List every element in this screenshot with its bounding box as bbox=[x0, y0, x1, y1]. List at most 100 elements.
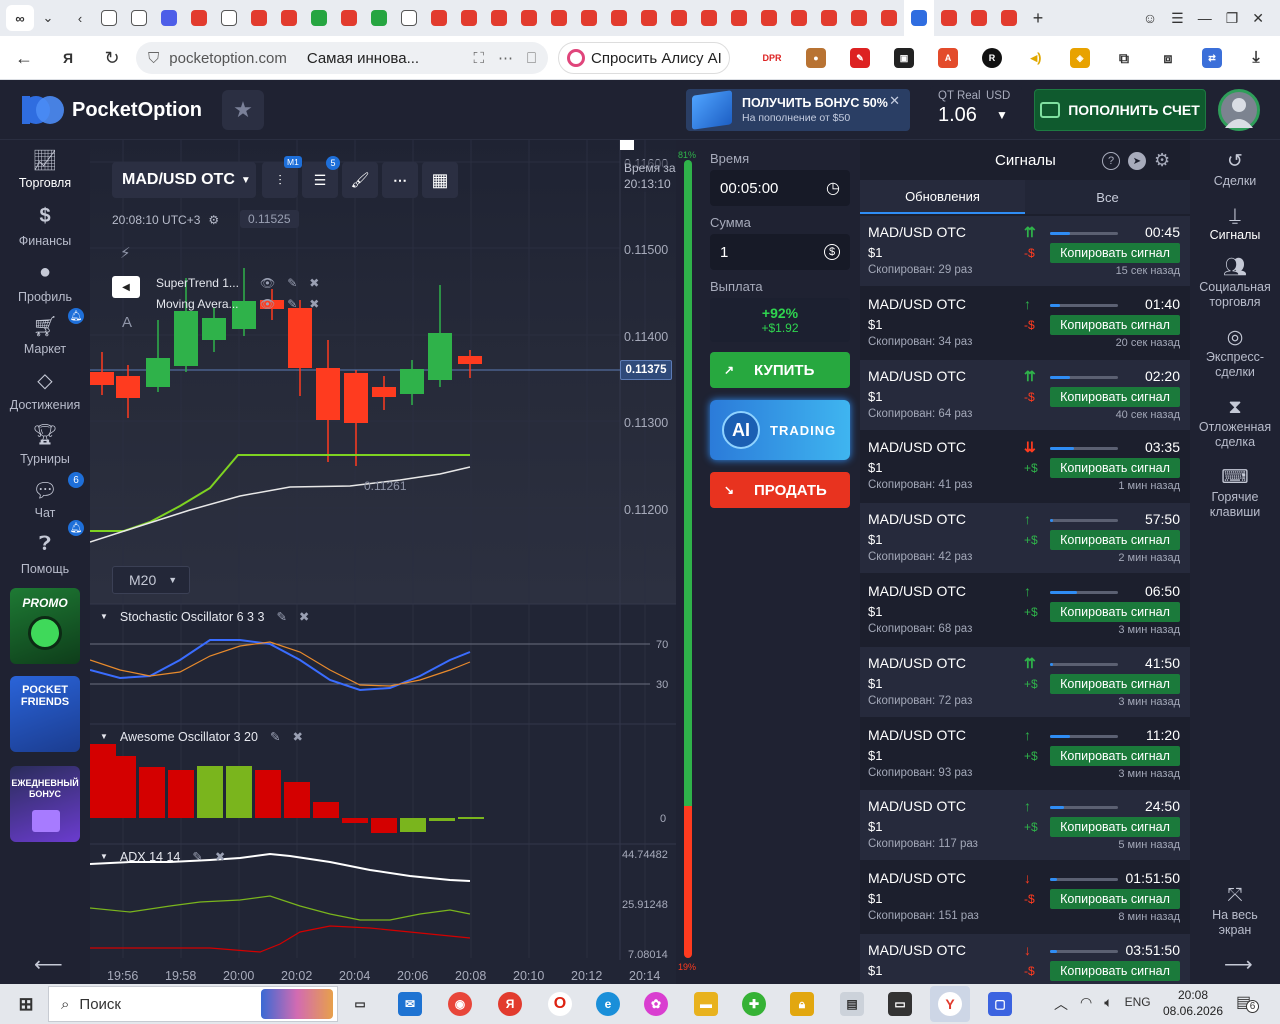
close-window-icon[interactable]: ✕ bbox=[1252, 10, 1264, 27]
settings-gear-icon[interactable]: ⚙ bbox=[208, 213, 219, 227]
browser-tab[interactable] bbox=[334, 0, 364, 36]
sidebar-item-finance[interactable]: $ Финансы bbox=[0, 204, 90, 249]
buy-button[interactable]: ↗ КУПИТЬ bbox=[710, 352, 850, 388]
browser-tab[interactable] bbox=[394, 0, 424, 36]
sidebar-item-chat[interactable]: 💬︎ Чат 6 bbox=[0, 472, 90, 520]
eye-icon[interactable]: 👁︎ bbox=[260, 297, 275, 311]
browser-tab[interactable] bbox=[124, 0, 154, 36]
lock-app-icon[interactable]: 🔒︎ bbox=[790, 992, 814, 1016]
deposit-button[interactable]: ПОПОЛНИТЬ СЧЕТ bbox=[1034, 89, 1206, 131]
url-field[interactable]: ⛉ pocketoption.com Самая иннова... ⛶ ⋯ ⎕ bbox=[136, 42, 548, 74]
copy-signal-button[interactable]: Копировать сигнал bbox=[1050, 314, 1180, 335]
sidebar-item-profile[interactable]: ● Профиль bbox=[0, 260, 90, 305]
browser-tab[interactable] bbox=[94, 0, 124, 36]
edit-icon[interactable]: ✎ bbox=[276, 609, 286, 624]
sidebar-item-achievements[interactable]: ◇ Достижения bbox=[0, 368, 90, 413]
sidebar-item-tournaments[interactable]: 🏆︎ Турниры bbox=[0, 422, 90, 467]
copy-signal-button[interactable]: Копировать сигнал bbox=[1050, 243, 1180, 263]
browser-tab[interactable] bbox=[244, 0, 274, 36]
copy-signal-button[interactable]: Копировать сигнал bbox=[1050, 530, 1180, 551]
collapse-arrow-icon[interactable]: ⟵ bbox=[34, 952, 63, 977]
layout-button[interactable]: ▦ bbox=[422, 162, 458, 198]
browser-tab[interactable] bbox=[634, 0, 664, 36]
terminal-icon[interactable]: ▭ bbox=[888, 992, 912, 1016]
sidebar-item-trading[interactable]: 📈︎ Торговля bbox=[0, 148, 90, 191]
restore-icon[interactable]: ❐ bbox=[1226, 10, 1239, 27]
browser-tab[interactable] bbox=[484, 0, 514, 36]
pdf-extension-icon[interactable]: A bbox=[938, 48, 958, 68]
sidebar-item-pending-trade[interactable]: ⧗ Отложенная сделка bbox=[1190, 394, 1280, 450]
plus-app-icon[interactable]: ✚ bbox=[742, 992, 766, 1016]
clock-icon[interactable]: ◷ bbox=[826, 178, 840, 198]
avatar[interactable] bbox=[1218, 89, 1260, 131]
browser-tab[interactable] bbox=[844, 0, 874, 36]
mail-icon[interactable]: ✉ bbox=[398, 992, 422, 1016]
ai-trading-button[interactable]: AI TRADING bbox=[710, 400, 850, 460]
dollar-circle-icon[interactable]: $ bbox=[824, 244, 840, 260]
tab-updates[interactable]: Обновления bbox=[860, 180, 1025, 214]
sell-button[interactable]: ↘ ПРОДАТЬ bbox=[710, 472, 850, 508]
extensions-icon[interactable]: ⧉ bbox=[1114, 48, 1134, 68]
promo-banner[interactable]: PROMO bbox=[10, 588, 80, 664]
app-square-icon[interactable]: ▢ bbox=[988, 992, 1012, 1016]
site-info-icon[interactable]: ⛉ bbox=[148, 50, 159, 67]
copy-signal-button[interactable]: Копировать сигнал bbox=[1050, 889, 1180, 910]
copy-signal-button[interactable]: Копировать сигнал bbox=[1050, 961, 1180, 981]
notifications-button[interactable]: ▤ 6 bbox=[1236, 992, 1259, 1013]
browser-tab[interactable] bbox=[424, 0, 454, 36]
browser-tab[interactable] bbox=[274, 0, 304, 36]
chrome-icon[interactable]: ◉ bbox=[448, 992, 472, 1016]
browser-tab[interactable] bbox=[364, 0, 394, 36]
minimize-icon[interactable]: — bbox=[1198, 10, 1212, 26]
windows-start-icon[interactable]: ⊞ bbox=[14, 992, 38, 1016]
translate-icon[interactable]: ⛶ bbox=[473, 50, 484, 67]
browser-tab[interactable] bbox=[214, 0, 244, 36]
browser-tab[interactable] bbox=[874, 0, 904, 36]
remove-icon[interactable]: ✖ bbox=[299, 609, 309, 624]
ask-alisa-button[interactable]: Спросить Алису AI bbox=[558, 42, 730, 74]
taskbar-clock[interactable]: 20:08 08.06.2026 bbox=[1160, 987, 1226, 1019]
pocket-friends-banner[interactable]: POCKET FRIENDS bbox=[10, 676, 80, 752]
browser-tab[interactable] bbox=[784, 0, 814, 36]
browser-tab[interactable] bbox=[814, 0, 844, 36]
tab-list-icon[interactable]: ∞ bbox=[6, 5, 34, 31]
dpr-extension-icon[interactable]: DPR bbox=[762, 48, 782, 68]
browser-tab[interactable] bbox=[904, 0, 934, 36]
yandex-icon[interactable]: Я bbox=[54, 44, 82, 72]
eye-icon[interactable]: 👁︎ bbox=[260, 276, 275, 290]
browser-tab[interactable] bbox=[604, 0, 634, 36]
collections-icon[interactable]: ⧈ bbox=[1158, 48, 1178, 68]
help-icon[interactable]: ? bbox=[1102, 152, 1120, 170]
browser-tab[interactable] bbox=[664, 0, 694, 36]
daily-bonus-banner[interactable]: ЕЖЕДНЕВНЫЙ БОНУС bbox=[10, 766, 80, 842]
copy-signal-button[interactable]: Копировать сигнал bbox=[1050, 673, 1180, 694]
browser-tab[interactable] bbox=[754, 0, 784, 36]
chevron-down-icon[interactable]: ⌄ bbox=[34, 5, 62, 31]
browser-tab[interactable] bbox=[724, 0, 754, 36]
browser-tab[interactable] bbox=[574, 0, 604, 36]
browser-tab[interactable] bbox=[994, 0, 1024, 36]
sidebar-item-signals[interactable]: ⍊ Сигналы bbox=[1190, 202, 1280, 243]
back-icon[interactable]: ← bbox=[10, 44, 38, 72]
edit-icon[interactable]: ✎ bbox=[270, 729, 280, 744]
browser-tab[interactable] bbox=[694, 0, 724, 36]
bookmark-icon[interactable]: ⎕ bbox=[527, 50, 536, 67]
volume-icon[interactable]: 🔈︎ bbox=[1104, 994, 1112, 1014]
text-tool-icon[interactable]: A bbox=[122, 314, 132, 331]
task-view-icon[interactable]: ▭ bbox=[348, 992, 372, 1016]
reload-icon[interactable]: ↻ bbox=[98, 44, 126, 72]
fullscreen-button[interactable]: ⤧ На весь экран bbox=[1190, 882, 1280, 938]
caret-down-icon[interactable]: ▼ bbox=[100, 732, 108, 741]
sound-extension-icon[interactable]: ◂) bbox=[1026, 48, 1046, 68]
sidebar-item-help[interactable]: ❓︎ Помощь 🔔︎ bbox=[0, 520, 90, 576]
edit-icon[interactable]: ✎ bbox=[192, 849, 202, 864]
copy-signal-button[interactable]: Копировать сигнал bbox=[1050, 817, 1180, 838]
browser-tab[interactable] bbox=[964, 0, 994, 36]
more-icon[interactable]: ⋯ bbox=[498, 49, 513, 67]
sidebar-item-market[interactable]: 🛒︎ Маркет 🔔︎ bbox=[0, 308, 90, 356]
account-selector[interactable]: QT Real USD 1.06 ▼ bbox=[930, 86, 1022, 134]
telegram-icon[interactable]: ➤ bbox=[1128, 152, 1146, 170]
browser-tab[interactable] bbox=[514, 0, 544, 36]
remove-icon[interactable]: ✖ bbox=[215, 849, 225, 864]
yandex-browser-icon[interactable]: Я bbox=[498, 992, 522, 1016]
